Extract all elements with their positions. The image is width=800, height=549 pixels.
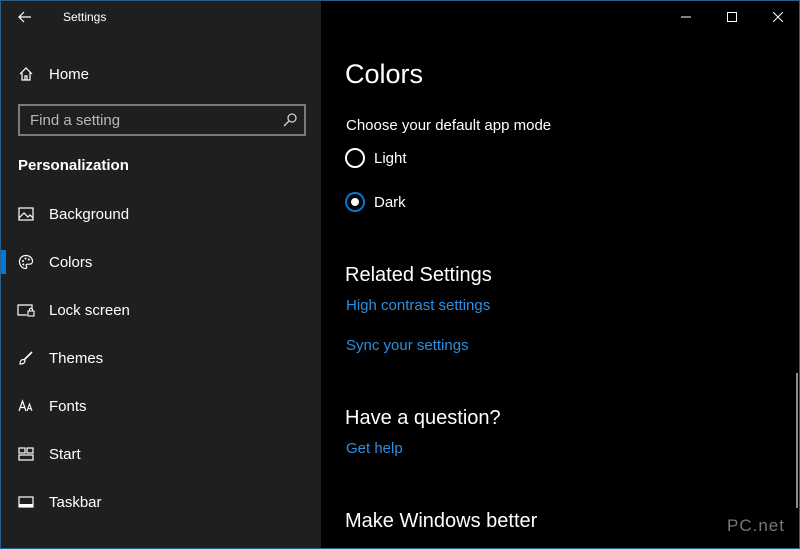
font-icon [17,397,35,415]
maximize-button[interactable] [709,1,755,33]
radio-dark-label: Dark [374,193,406,211]
sidebar-item-taskbar[interactable]: Taskbar [1,478,321,526]
sidebar-item-themes[interactable]: Themes [1,334,321,382]
sidebar: Settings Home Personalization [1,1,321,548]
sidebar-item-label: Fonts [49,397,87,415]
image-icon [17,205,35,223]
radio-light-label: Light [374,149,407,167]
radio-light[interactable]: Light [345,148,407,168]
sidebar-item-background[interactable]: Background [1,190,321,238]
palette-icon [17,253,35,271]
sidebar-item-colors[interactable]: Colors [1,238,321,286]
sidebar-item-label: Background [49,205,130,223]
minimize-button[interactable] [663,1,709,33]
question-title: Have a question? [345,407,501,429]
sidebar-item-label: Lock screen [49,301,130,319]
radio-light-circle[interactable] [345,148,365,168]
back-arrow-icon [18,11,31,23]
start-icon [17,445,35,463]
section-title: Personalization [18,157,129,174]
window-controls [663,1,799,33]
back-button[interactable] [11,5,39,29]
page-title: Colors [345,59,424,89]
sidebar-item-label: Themes [49,349,104,367]
minimize-icon [681,16,691,18]
brush-icon [17,349,35,367]
main-content: Colors Choose your default app mode Ligh… [321,1,799,548]
sidebar-item-label: Colors [49,253,93,271]
taskbar-icon [17,493,35,511]
search-input[interactable] [20,106,270,134]
sidebar-item-start[interactable]: Start [1,430,321,478]
sidebar-item-label: Start [49,445,81,463]
sidebar-item-lock-screen[interactable]: Lock screen [1,286,321,334]
scrollbar[interactable] [796,373,798,508]
settings-window: Settings Home Personalization [0,0,800,549]
close-button[interactable] [755,1,799,33]
sync-settings-link[interactable]: Sync your settings [346,337,469,354]
nav-list: Background Colors Lock screen Themes Fon… [1,190,321,526]
get-help-link[interactable]: Get help [346,440,403,457]
home-icon [17,65,35,83]
high-contrast-link[interactable]: High contrast settings [346,297,490,314]
radio-dark[interactable]: Dark [345,192,406,212]
sidebar-item-label: Taskbar [49,493,102,511]
app-title: Settings [63,10,107,24]
sidebar-item-home[interactable]: Home [1,59,321,89]
watermark: PC.net [727,516,785,535]
title-bar: Settings [1,1,321,33]
search-icon[interactable] [282,112,298,128]
app-mode-label: Choose your default app mode [346,117,552,134]
maximize-icon [727,12,737,22]
related-settings-title: Related Settings [345,264,492,286]
radio-dark-circle[interactable] [345,192,365,212]
lock-screen-icon [17,301,35,319]
sidebar-item-fonts[interactable]: Fonts [1,382,321,430]
search-box[interactable] [18,104,306,136]
close-icon [773,12,783,22]
home-label: Home [49,65,90,83]
make-windows-better-title: Make Windows better [345,510,538,532]
